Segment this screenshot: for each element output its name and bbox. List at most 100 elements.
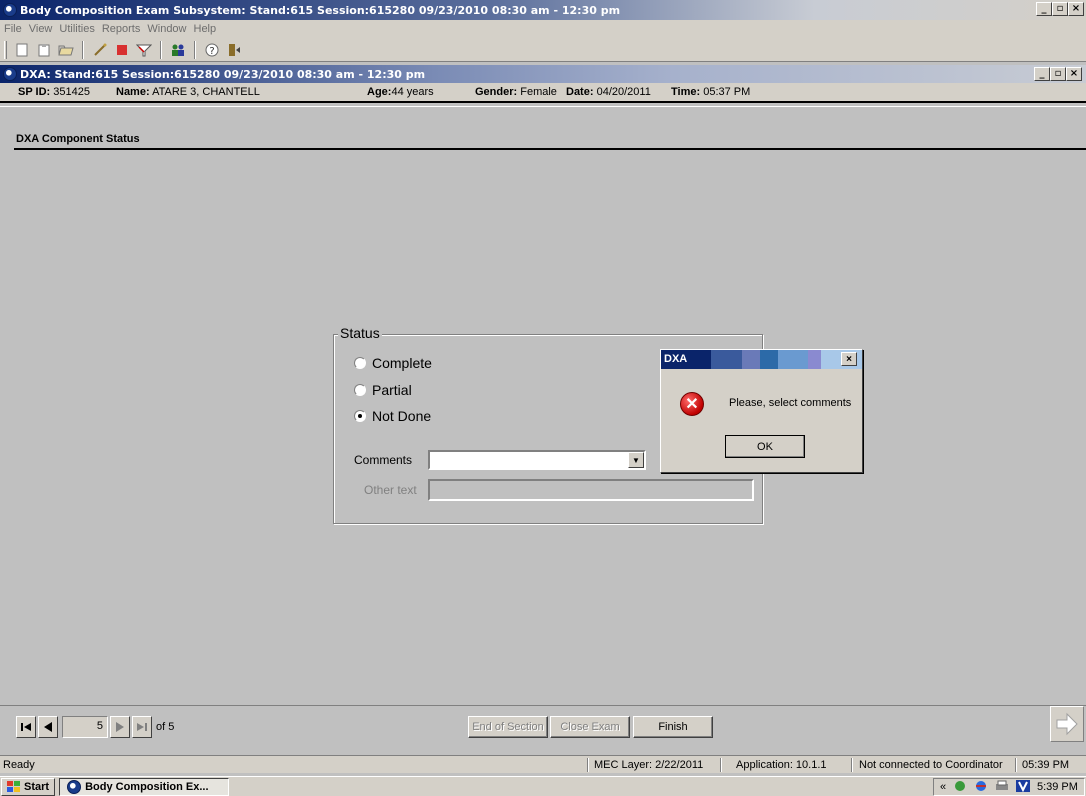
- toolbar-separator: [82, 40, 84, 59]
- tray-printer-icon[interactable]: [995, 780, 1009, 795]
- date-field: Date: 04/20/2011: [566, 86, 651, 98]
- people-icon[interactable]: [169, 41, 187, 59]
- toolbar: ?: [0, 38, 1086, 62]
- date-value: 04/20/2011: [596, 86, 651, 98]
- page-number-field[interactable]: 5: [62, 716, 108, 738]
- edit-icon[interactable]: [91, 41, 109, 59]
- close-button[interactable]: ×: [1068, 2, 1084, 16]
- stop-icon[interactable]: [113, 41, 131, 59]
- child-window-title-bar[interactable]: DXA: Stand:615 Session:615280 09/23/2010…: [0, 65, 1086, 83]
- window-controls: _ ▫ ×: [1036, 2, 1084, 16]
- radio-not-done-circle[interactable]: [354, 410, 366, 422]
- child-window-icon[interactable]: [3, 67, 17, 81]
- finish-button[interactable]: Finish: [633, 716, 713, 738]
- gender-field: Gender: Female: [475, 86, 557, 98]
- next-section-button[interactable]: [1050, 706, 1084, 742]
- first-page-icon: [21, 723, 31, 731]
- maximize-button[interactable]: ▫: [1052, 2, 1068, 16]
- menu-window[interactable]: Window: [147, 23, 186, 35]
- arrow-right-icon: [1056, 712, 1078, 736]
- child-close-button[interactable]: ×: [1066, 67, 1082, 81]
- task-app-icon: [67, 779, 82, 794]
- navigation-bar: 5 of 5 End of Section Close Exam Finish: [0, 705, 1086, 745]
- menu-reports[interactable]: Reports: [102, 23, 141, 35]
- menu-file[interactable]: File: [4, 23, 22, 35]
- minimize-button[interactable]: _: [1036, 2, 1052, 16]
- next-page-button[interactable]: [110, 716, 130, 738]
- status-application: Application: 10.1.1: [736, 759, 827, 771]
- status-ready: Ready: [3, 759, 35, 771]
- previous-page-button[interactable]: [38, 716, 58, 738]
- dialog-title-bar[interactable]: DXA ×: [661, 350, 862, 369]
- toolbar-separator: [194, 40, 196, 59]
- new-icon[interactable]: [13, 41, 31, 59]
- sp-id-label: SP ID:: [18, 86, 51, 98]
- taskbar-item-body-composition[interactable]: Body Composition Ex...: [59, 777, 230, 796]
- child-minimize-button[interactable]: _: [1034, 67, 1050, 81]
- comments-dropdown[interactable]: ▼: [428, 450, 646, 470]
- child-window-title: DXA: Stand:615 Session:615280 09/23/2010…: [20, 67, 426, 81]
- date-label: Date:: [566, 86, 594, 98]
- tray-network-icon[interactable]: [953, 780, 967, 795]
- tray-v-icon[interactable]: [1016, 779, 1030, 795]
- status-mec-layer: MEC Layer: 2/22/2011: [594, 759, 704, 771]
- time-label: Time:: [671, 86, 701, 98]
- section-title: DXA Component Status: [16, 133, 140, 145]
- last-page-button[interactable]: [132, 716, 152, 738]
- section-header-bar: DXA Component Status: [0, 106, 1086, 150]
- tray-clock: 5:39 PM: [1036, 781, 1078, 793]
- next-page-icon: [116, 722, 124, 732]
- menu-utilities[interactable]: Utilities: [59, 23, 94, 35]
- windows-logo-icon: [7, 780, 20, 792]
- other-text-input: [428, 479, 754, 501]
- radio-complete-label: Complete: [372, 355, 432, 371]
- radio-partial-circle[interactable]: [354, 384, 366, 396]
- name-label: Name:: [116, 86, 150, 98]
- radio-partial[interactable]: Partial: [354, 382, 412, 398]
- system-tray: « 5:39 PM: [933, 778, 1085, 796]
- app-icon[interactable]: [3, 3, 17, 17]
- status-time: 05:39 PM: [1022, 759, 1070, 771]
- chevron-down-icon[interactable]: ▼: [628, 452, 644, 468]
- age-label: Age:: [367, 86, 392, 98]
- radio-complete[interactable]: Complete: [354, 355, 432, 371]
- first-page-button[interactable]: [16, 716, 36, 738]
- start-label: Start: [24, 780, 50, 793]
- radio-partial-label: Partial: [372, 382, 412, 398]
- child-restore-button[interactable]: ▫: [1050, 67, 1066, 81]
- radio-selected-dot: [358, 414, 362, 418]
- comments-label: Comments: [354, 453, 413, 467]
- tray-chevron-icon[interactable]: «: [940, 781, 946, 793]
- end-of-section-button[interactable]: End of Section: [468, 716, 548, 738]
- help-icon[interactable]: ?: [203, 41, 221, 59]
- start-button[interactable]: Start: [1, 777, 56, 796]
- open-icon[interactable]: [57, 41, 75, 59]
- sp-id-field: SP ID: 351425: [18, 86, 90, 98]
- dialog-title: DXA: [661, 350, 711, 369]
- ok-button[interactable]: OK: [725, 435, 805, 458]
- status-coordinator: Not connected to Coordinator: [859, 759, 1003, 771]
- app-title-bar[interactable]: Body Composition Exam Subsystem: Stand:6…: [0, 0, 1086, 20]
- menu-help[interactable]: Help: [194, 23, 217, 35]
- radio-not-done-label: Not Done: [372, 408, 432, 424]
- gender-label: Gender:: [475, 86, 518, 98]
- page-count-label: of 5: [156, 721, 175, 733]
- name-field: Name: ATARE 3, CHANTELL: [116, 86, 260, 98]
- taskbar-item-label: Body Composition Ex...: [85, 780, 209, 793]
- name-value: ATARE 3, CHANTELL: [152, 86, 260, 98]
- exit-icon[interactable]: [225, 41, 243, 59]
- status-bar: Ready MEC Layer: 2/22/2011 Application: …: [0, 755, 1086, 773]
- tray-globe-icon[interactable]: [974, 780, 988, 795]
- radio-complete-circle[interactable]: [354, 357, 366, 369]
- close-exam-button[interactable]: Close Exam: [550, 716, 630, 738]
- previous-page-icon: [44, 722, 52, 732]
- menu-view[interactable]: View: [29, 23, 53, 35]
- radio-not-done[interactable]: Not Done: [354, 408, 431, 424]
- dialog-close-button[interactable]: ×: [841, 352, 857, 366]
- status-group-legend: Status: [338, 325, 382, 341]
- taskbar: Start Body Composition Ex... « 5:39 PM: [0, 776, 1086, 796]
- clipboard-icon[interactable]: [35, 41, 53, 59]
- error-icon: ✕: [680, 392, 704, 416]
- filter-icon[interactable]: [135, 41, 153, 59]
- section-divider: [14, 148, 1086, 150]
